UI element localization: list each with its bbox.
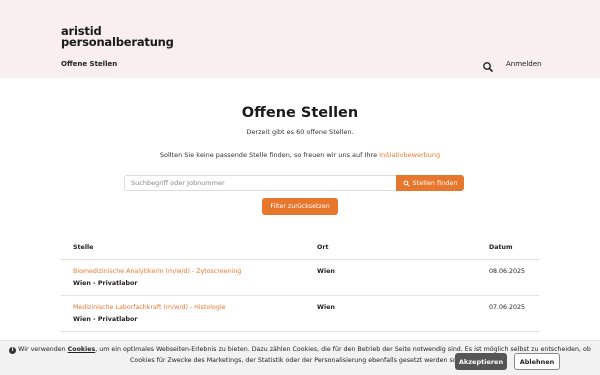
search-submit-button[interactable]: Stellen finden xyxy=(396,175,464,191)
search-icon xyxy=(403,180,409,186)
initiativbewerbung-link[interactable]: Initiativbewerbung xyxy=(379,151,440,159)
hint-prefix: Sollten Sie keine passende Stelle finden… xyxy=(159,151,380,159)
job-title-link[interactable]: Biomedizinische Analytikerin (m/w/d) - Z… xyxy=(73,268,241,275)
login-link[interactable]: Anmelden xyxy=(506,60,541,68)
job-ort: Wien xyxy=(317,268,335,275)
nav-offene-stellen[interactable]: Offene Stellen xyxy=(61,60,117,68)
job-count-text: Derzeit gibt es 60 offene Stellen. xyxy=(246,128,354,136)
job-location-detail: Wien - Privatlabor xyxy=(73,316,138,323)
page-title: Offene Stellen xyxy=(241,105,359,121)
search-submit-label: Stellen finden xyxy=(412,179,458,187)
cookie-accept-button[interactable]: Akzeptieren xyxy=(455,353,507,370)
job-location-detail: Wien - Privatlabor xyxy=(73,280,138,287)
cookie-text-1: Wir verwenden xyxy=(18,346,68,353)
cookie-policy-link[interactable]: Cookies xyxy=(68,346,96,353)
cookie-decline-button[interactable]: Ablehnen xyxy=(514,353,560,370)
table-row[interactable]: Biomedizinische Analytikerin (m/w/d) - Z… xyxy=(61,260,539,296)
job-title-link[interactable]: Medizinische Laborfachkraft (m/w/d) - Hi… xyxy=(73,304,225,311)
table-header: Stelle Ort Datum xyxy=(61,236,539,260)
search-icon[interactable] xyxy=(482,58,494,72)
column-header-ort[interactable]: Ort xyxy=(317,244,328,251)
cookie-text: i Wir verwenden Cookies, um ein optimale… xyxy=(0,345,600,366)
search-input[interactable] xyxy=(124,175,396,191)
cookie-banner: i Wir verwenden Cookies, um ein optimale… xyxy=(0,340,600,375)
site-header: aristid personalberatung Offene Stellen … xyxy=(0,0,600,78)
column-header-stelle[interactable]: Stelle xyxy=(73,244,93,251)
column-header-datum[interactable]: Datum xyxy=(489,244,513,251)
logo-line-2: personalberatung xyxy=(61,35,174,49)
info-icon: i xyxy=(9,347,17,354)
table-row[interactable]: Medizinische Laborfachkraft (m/w/d) - Hi… xyxy=(61,296,539,332)
job-date: 07.06.2025 xyxy=(489,304,526,311)
hint-text: Sollten Sie keine passende Stelle finden… xyxy=(0,151,600,159)
job-ort: Wien xyxy=(317,304,335,311)
reset-filter-button[interactable]: Filter zurücksetzen xyxy=(262,198,338,215)
job-date: 08.06.2025 xyxy=(489,268,526,275)
logo[interactable]: aristid personalberatung xyxy=(61,25,174,49)
jobs-table: Stelle Ort Datum Biomedizinische Analyti… xyxy=(61,236,539,332)
